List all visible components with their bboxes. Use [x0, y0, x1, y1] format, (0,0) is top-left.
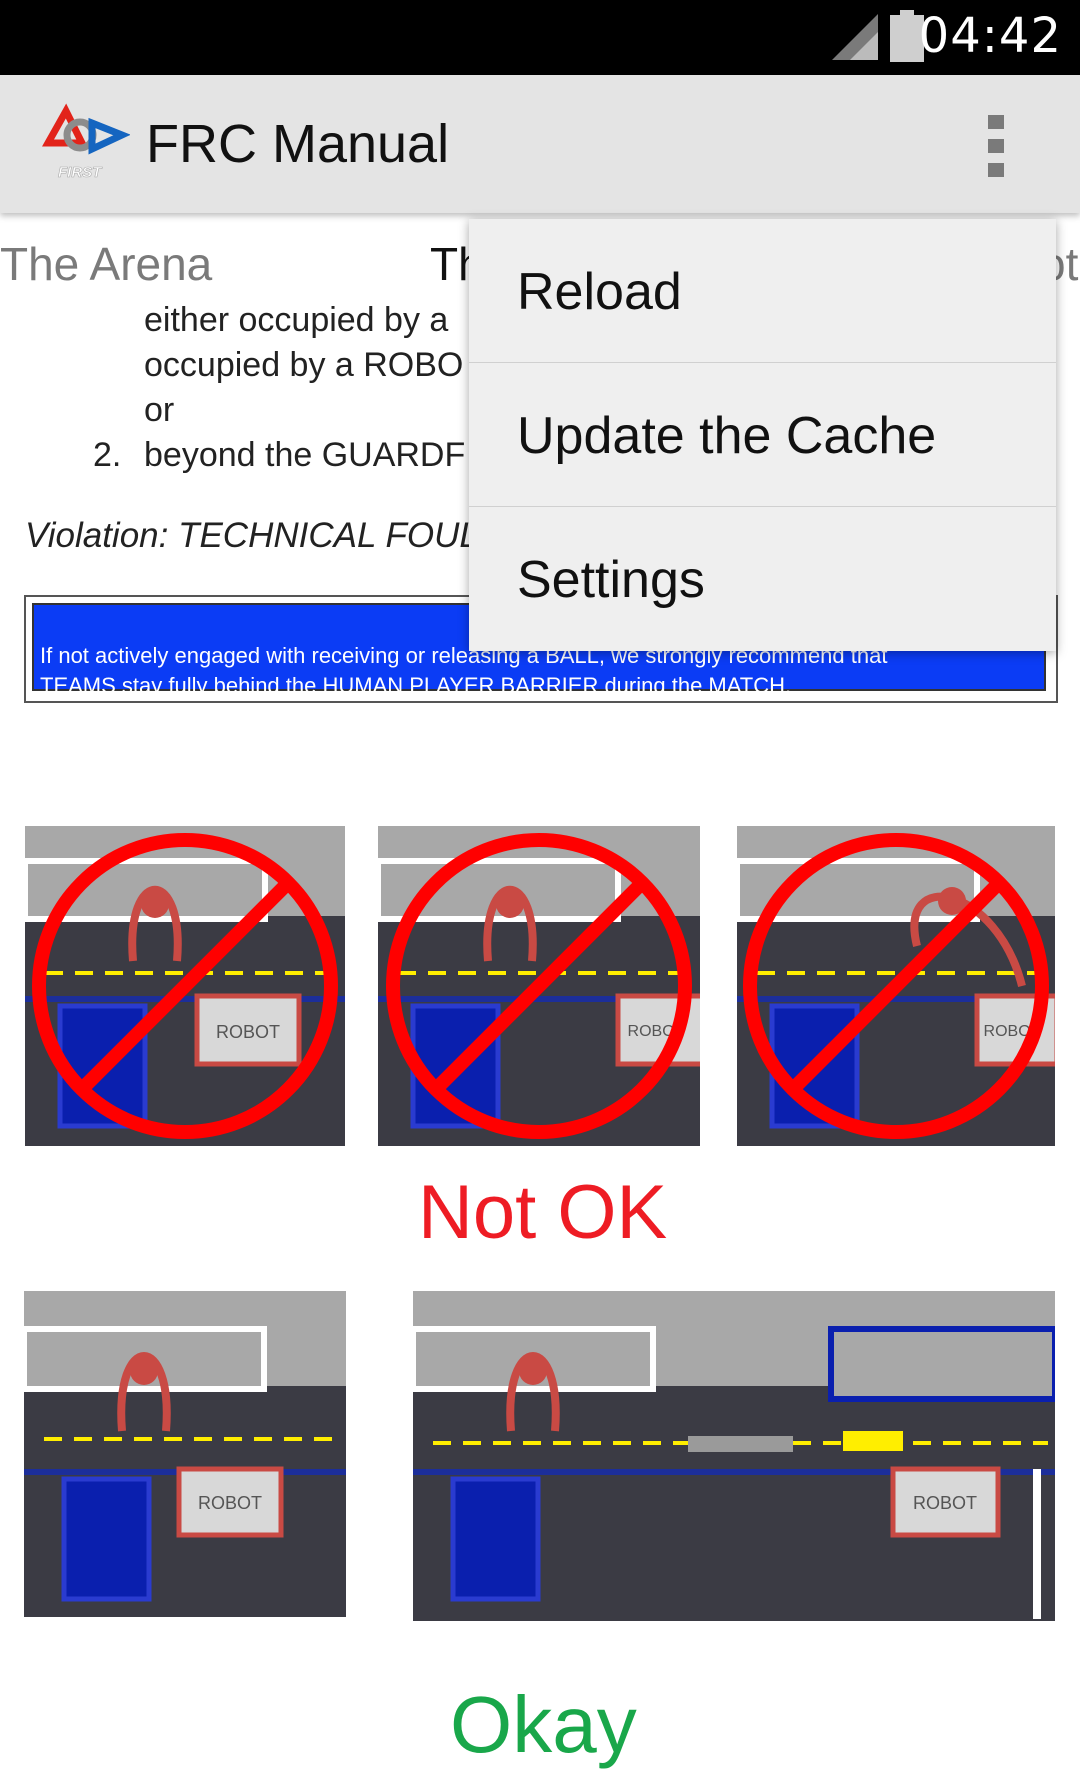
overflow-menu-icon[interactable] [986, 115, 1006, 177]
svg-text:FIRST: FIRST [58, 164, 103, 181]
first-logo-icon[interactable]: FIRST [38, 103, 130, 183]
not-ok-caption: Not OK [418, 1170, 668, 1255]
tab-the-arena[interactable]: The Arena [0, 237, 212, 291]
signal-icon [832, 14, 878, 60]
app-title: FRC Manual [146, 114, 450, 174]
menu-item-update-cache[interactable]: Update the Cache [469, 363, 1056, 507]
robot-label: ROBOT [216, 1022, 280, 1042]
list-number: 2. [93, 436, 122, 474]
menu-item-reload[interactable]: Reload [469, 219, 1056, 363]
rule-text-line: or [144, 391, 175, 429]
menu-item-settings[interactable]: Settings [469, 507, 1056, 651]
okay-caption: Okay [450, 1680, 637, 1769]
okay-diagram-2: ROBOT [413, 1291, 1055, 1621]
not-ok-diagram-3: ROBOT [737, 826, 1055, 1146]
note-line: TEAMS stay fully behind the HUMAN PLAYER… [40, 673, 792, 698]
robot-label: ROBOT [198, 1493, 262, 1513]
okay-diagram-1: ROBOT [24, 1291, 346, 1617]
rule-text-line: occupied by a ROBO [144, 346, 464, 384]
violation-text: Violation: TECHNICAL FOUL. [25, 516, 489, 555]
status-time: 04:42 [918, 8, 1062, 64]
not-ok-diagram-1: ROBOT [25, 826, 345, 1146]
rule-text-line: beyond the GUARDF [144, 436, 466, 474]
overflow-popup-menu: Reload Update the Cache Settings [469, 219, 1056, 651]
not-ok-diagram-2: ROBOT [378, 826, 700, 1146]
robot-label: ROBOT [913, 1493, 977, 1513]
action-bar: FIRST FRC Manual [0, 75, 1080, 213]
rule-text-line: either occupied by a [144, 301, 449, 339]
status-bar: 04:42 [0, 0, 1080, 75]
